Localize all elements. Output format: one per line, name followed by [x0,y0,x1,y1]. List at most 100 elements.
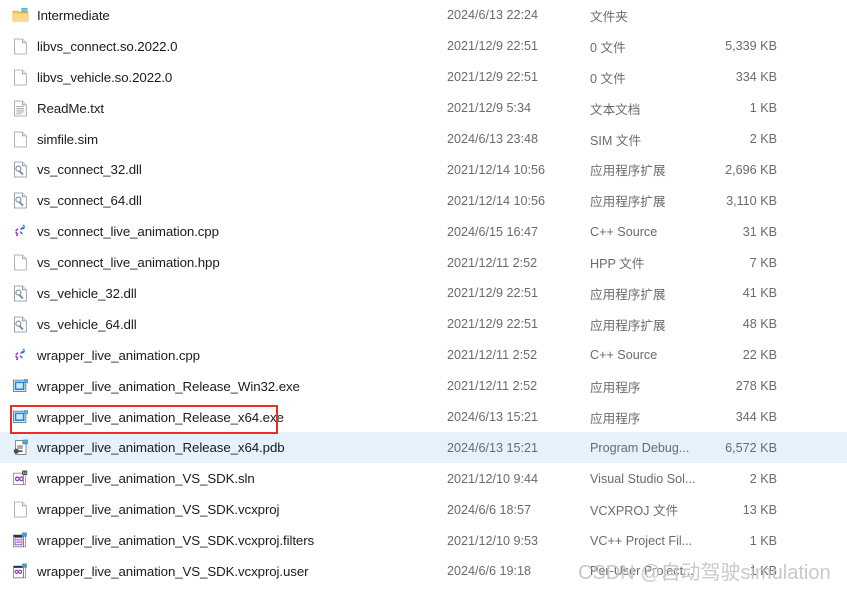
cpp-source-icon [12,223,29,240]
file-name-cell[interactable]: vs_connect_live_animation.cpp [12,216,219,247]
cpp-source-icon [12,347,29,364]
file-name-cell[interactable]: libvs_connect.so.2022.0 [12,31,177,62]
file-row[interactable]: wrapper_live_animation_VS_SDK.vcxproj.us… [0,556,847,587]
file-name-label: vs_vehicle_32.dll [37,285,137,301]
file-size-cell: 2 KB [749,132,777,146]
vcxproj-user-icon [12,563,29,580]
file-name-label: vs_connect_live_animation.cpp [37,224,219,240]
file-size-cell: 6,572 KB [725,440,777,455]
file-size-cell: 1 KB [749,533,777,548]
file-size-cell: 7 KB [749,255,777,270]
file-date-cell: 2021/12/9 5:34 [447,101,532,116]
file-type-cell: 应用程序 [590,411,641,426]
file-name-cell[interactable]: vs_connect_live_animation.hpp [12,247,220,278]
file-name-cell[interactable]: wrapper_live_animation.cpp [12,340,200,371]
file-type-cell: SIM 文件 [590,133,642,148]
file-name-cell[interactable]: wrapper_live_animation_VS_SDK.vcxproj [12,494,280,525]
file-type-cell: HPP 文件 [590,257,645,272]
file-row[interactable]: vs_vehicle_64.dll 2021/12/9 22:51 应用程序扩展 48… [0,309,847,340]
file-name-cell[interactable]: libvs_vehicle.so.2022.0 [12,62,172,93]
file-name-label: wrapper_live_animation_Release_Win32.exe [37,378,300,394]
file-name-cell[interactable]: wrapper_live_animation_VS_SDK.vcxproj.us… [12,556,309,587]
file-row[interactable]: wrapper_live_animation_VS_SDK.vcxproj 202… [0,494,847,525]
blank-file-icon [12,131,29,148]
exe-file-icon [12,378,29,395]
file-size-cell: 334 KB [735,70,777,85]
file-type-cell: 0 文件 [590,40,626,55]
file-name-cell[interactable]: wrapper_live_animation_Release_x64.pdb [12,432,285,463]
blank-file-icon [12,38,29,55]
file-name-label: vs_connect_32.dll [37,162,142,178]
file-name-cell[interactable]: 16 wrapper_live_animation_VS_SDK.sln [12,463,255,494]
file-name-cell[interactable]: ReadMe.txt [12,93,104,124]
file-name-label: wrapper_live_animation_VS_SDK.vcxproj.fi… [37,533,315,549]
file-row[interactable]: simfile.sim 2024/6/13 23:48 SIM 文件 2 KB [0,124,847,155]
filters-file-icon [12,532,29,549]
dll-file-icon [12,285,29,302]
text-file-icon [12,100,29,117]
file-name-label: ReadMe.txt [37,100,104,116]
file-row[interactable]: vs_connect_live_animation.cpp 2024/6/15 1… [0,216,847,247]
file-size-cell: 48 KB [742,317,777,332]
file-size-cell: 3,110 KB [726,193,777,208]
file-row[interactable]: libvs_connect.so.2022.0 2021/12/9 22:51 0 … [0,31,847,62]
file-row[interactable]: wrapper_live_animation_Release_x64.pdb 20… [0,432,847,464]
file-size-cell: 2,696 KB [725,162,777,177]
pdb-file-icon [12,439,29,456]
file-name-cell[interactable]: vs_connect_64.dll [12,185,142,216]
file-name-label: wrapper_live_animation_VS_SDK.sln [37,471,255,487]
file-name-label: vs_vehicle_64.dll [37,316,137,332]
file-date-cell: 2024/6/6 18:57 [447,502,532,517]
file-name-cell[interactable]: simfile.sim [12,124,98,155]
file-date-cell: 2021/12/10 9:53 [447,533,539,548]
file-row[interactable]: vs_connect_live_animation.hpp 2021/12/11 … [0,247,847,278]
file-row[interactable]: vs_connect_32.dll 2021/12/14 10:56 应用程序扩展 2… [0,154,847,185]
file-date-cell: 2024/6/6 19:18 [447,564,532,579]
file-row[interactable]: libvs_vehicle.so.2022.0 2021/12/9 22:51 0 … [0,62,847,93]
file-name-cell[interactable]: Intermediate [12,0,110,31]
file-type-cell: 文本文档 [590,102,641,117]
blank-file-icon [12,69,29,86]
file-row[interactable]: wrapper_live_animation.cpp 2021/12/11 2:5… [0,340,847,371]
file-list[interactable]: Intermediate 2024/6/13 22:24 文件夹 libvs_conn… [0,0,847,590]
sln-file-icon: 16 [12,470,29,487]
dll-file-icon [12,192,29,209]
file-row[interactable]: wrapper_live_animation_VS_SDK.vcxproj.fi… [0,525,847,556]
file-date-cell: 2021/12/10 9:44 [447,471,539,486]
file-row[interactable]: vs_vehicle_32.dll 2021/12/9 22:51 应用程序扩展 41… [0,278,847,309]
file-row[interactable]: Intermediate 2024/6/13 22:24 文件夹 [0,0,847,31]
file-name-label: Intermediate [37,7,110,23]
file-row[interactable]: ReadMe.txt 2021/12/9 5:34 文本文档 1 KB [0,93,847,124]
file-name-label: libvs_vehicle.so.2022.0 [37,69,173,85]
file-date-cell: 2021/12/9 22:51 [447,70,539,85]
file-name-cell[interactable]: wrapper_live_animation_Release_Win32.exe [12,371,300,402]
file-size-cell: 1 KB [749,564,777,579]
file-name-label: wrapper_live_animation_Release_x64.pdb [37,440,285,456]
file-name-label: wrapper_live_animation_VS_SDK.vcxproj [37,502,280,518]
file-row[interactable]: wrapper_live_animation_Release_x64.exe 20… [0,402,847,433]
file-row[interactable]: wrapper_live_animation_Release_Win32.exe… [0,371,847,402]
blank-file-icon [12,501,29,518]
file-name-label: wrapper_live_animation_VS_SDK.vcxproj.us… [37,563,309,579]
file-name-cell[interactable]: vs_vehicle_32.dll [12,278,137,309]
file-date-cell: 2021/12/9 22:51 [447,39,539,54]
file-name-cell[interactable]: vs_vehicle_64.dll [12,309,137,340]
file-size-cell: 344 KB [735,410,777,425]
file-size-cell: 2 KB [749,471,777,486]
file-size-cell: 31 KB [742,224,777,239]
file-name-label: wrapper_live_animation.cpp [37,347,200,363]
file-row[interactable]: vs_connect_64.dll 2021/12/14 10:56 应用程序扩展 3… [0,185,847,216]
file-name-cell[interactable]: wrapper_live_animation_VS_SDK.vcxproj.fi… [12,525,314,556]
file-date-cell: 2024/6/15 16:47 [447,224,539,239]
file-size-cell: 278 KB [735,379,777,394]
file-name-label: simfile.sim [37,131,98,147]
file-name-cell[interactable]: wrapper_live_animation_Release_x64.exe [12,402,284,433]
exe-file-icon [12,409,29,426]
file-row[interactable]: 16 wrapper_live_animation_VS_SDK.sln 2021/… [0,463,847,494]
file-date-cell: 2021/12/14 10:56 [447,193,546,208]
file-name-label: wrapper_live_animation_Release_x64.exe [37,409,284,425]
dll-file-icon [12,161,29,178]
file-date-cell: 2021/12/14 10:56 [447,162,546,177]
file-date-cell: 2024/6/13 23:48 [447,132,539,146]
file-name-cell[interactable]: vs_connect_32.dll [12,154,142,185]
